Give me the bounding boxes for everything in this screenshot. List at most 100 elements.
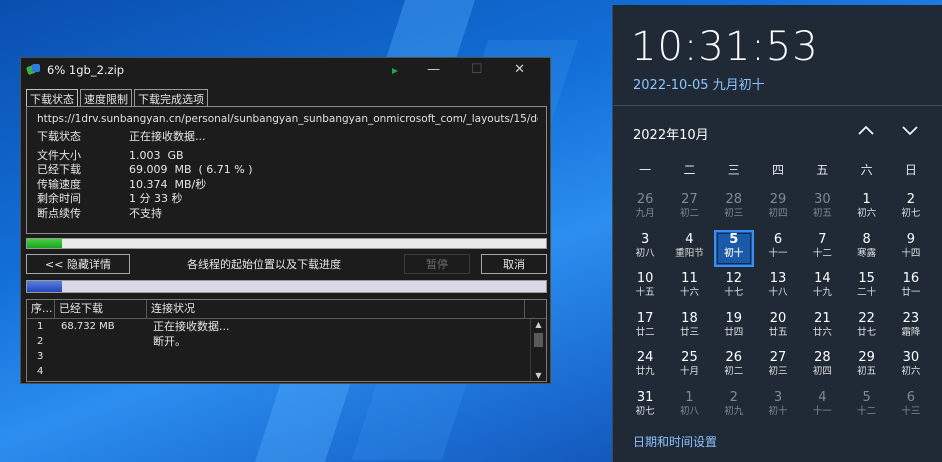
- lunar-label: 十九: [812, 287, 832, 298]
- day-number: 20: [769, 310, 787, 326]
- scroll-thumb[interactable]: [534, 333, 543, 347]
- thread-progress-bar: [26, 280, 547, 293]
- calendar-day[interactable]: 2 初七: [889, 189, 933, 229]
- calendar-flyout: 10:31:53 2022-10-05 九月初十 2022年10月 一 二 三 四 五 六…: [612, 5, 942, 462]
- calendar-day[interactable]: 6 十一: [756, 229, 800, 269]
- day-number: 19: [725, 310, 743, 326]
- day-number: 5: [862, 389, 871, 405]
- download-info-panel: https://1drv.sunbangyan.cn/personal/sunb…: [26, 106, 547, 234]
- calendar-day[interactable]: 30 初五: [800, 189, 844, 229]
- calendar-day[interactable]: 29 初四: [756, 189, 800, 229]
- chevron-down-icon[interactable]: [899, 119, 921, 141]
- calendar-day[interactable]: 26 初二: [712, 347, 756, 387]
- calendar-day[interactable]: 11 十六: [667, 268, 711, 308]
- calendar-day[interactable]: 4 十一: [800, 387, 844, 427]
- download-url: https://1drv.sunbangyan.cn/personal/sunb…: [37, 113, 538, 125]
- calendar-day[interactable]: 28 初三: [712, 189, 756, 229]
- col-header-index[interactable]: 序...: [27, 300, 55, 318]
- date-time-settings-link[interactable]: 日期和时间设置: [633, 433, 717, 450]
- day-number: 24: [636, 350, 654, 365]
- calendar-day[interactable]: 31 初七: [623, 387, 667, 427]
- table-row[interactable]: 1 68.732 MB 正在接收数据...: [27, 319, 546, 334]
- table-row[interactable]: 4: [27, 364, 546, 379]
- calendar-day[interactable]: 1 初六: [844, 189, 888, 229]
- calendar-day[interactable]: 18 廿三: [667, 308, 711, 348]
- lunar-label: 初二: [679, 208, 699, 219]
- lunar-label: 初六: [901, 366, 921, 377]
- calendar-day[interactable]: 9 十四: [889, 229, 933, 269]
- calendar-day[interactable]: 6 十三: [889, 387, 933, 427]
- download-dialog: 6% 1gb_2.zip — ☐ ✕ 下载状态 速度限制 下载完成选项 http…: [20, 57, 551, 384]
- cancel-button[interactable]: 取消: [481, 254, 547, 274]
- tab-download-status[interactable]: 下载状态: [26, 89, 78, 106]
- lunar-label: 初四: [768, 208, 788, 219]
- lunar-label: 十六: [679, 287, 699, 298]
- lunar-label: 二十: [857, 287, 877, 298]
- day-number: 1: [862, 192, 871, 207]
- calendar-day[interactable]: 29 初五: [844, 347, 888, 387]
- day-number: 2: [906, 192, 916, 207]
- chevron-up-icon[interactable]: [855, 119, 877, 141]
- calendar-day[interactable]: 10 十五: [623, 268, 667, 308]
- calendar-day[interactable]: 1 初八: [667, 387, 711, 427]
- day-number: 27: [769, 350, 787, 365]
- day-number: 16: [902, 271, 920, 286]
- tab-speed-limit[interactable]: 速度限制: [80, 89, 132, 106]
- calendar-day[interactable]: 26 九月: [623, 189, 667, 229]
- calendar-day[interactable]: 25 十月: [667, 347, 711, 387]
- maximize-button[interactable]: ☐: [455, 58, 498, 81]
- calendar-day[interactable]: 3 初十: [756, 387, 800, 427]
- calendar-day[interactable]: 17 廿二: [623, 308, 667, 348]
- col-header-downloaded[interactable]: 已经下载: [55, 300, 147, 318]
- calendar-day[interactable]: 19 廿四: [712, 308, 756, 348]
- calendar-day[interactable]: 5 十二: [844, 387, 888, 427]
- lunar-label: 廿五: [768, 326, 788, 338]
- calendar-day[interactable]: 27 初二: [667, 189, 711, 229]
- col-header-status[interactable]: 连接状况: [147, 300, 525, 318]
- lunar-label: 廿四: [724, 326, 744, 338]
- lunar-label: 十四: [901, 247, 921, 259]
- scroll-down-icon[interactable]: ▼: [531, 370, 546, 381]
- weekday-label: 六: [860, 163, 873, 177]
- calendar-day[interactable]: 7 十二: [800, 229, 844, 269]
- minimize-button[interactable]: —: [412, 58, 455, 81]
- calendar-day[interactable]: 2 初九: [712, 387, 756, 427]
- lunar-label: 十八: [768, 287, 788, 298]
- thread-list-scrollbar[interactable]: ▲ ▼: [530, 319, 546, 381]
- calendar-day[interactable]: 21 廿六: [800, 308, 844, 348]
- tab-completion-options[interactable]: 下载完成选项: [134, 89, 208, 106]
- date-link[interactable]: 2022-10-05 九月初十: [633, 74, 765, 93]
- calendar-day[interactable]: 14 十九: [800, 268, 844, 308]
- lunar-label: 寒露: [857, 247, 877, 259]
- download-progress-bar: [26, 238, 547, 249]
- calendar-day[interactable]: 30 初六: [889, 347, 933, 387]
- calendar-day[interactable]: 20 廿五: [756, 308, 800, 348]
- calendar-day[interactable]: 27 初三: [756, 347, 800, 387]
- calendar-day[interactable]: 22 廿七: [844, 308, 888, 348]
- calendar-day[interactable]: 3 初八: [623, 229, 667, 269]
- hide-details-button[interactable]: << 隐藏详情: [26, 254, 130, 274]
- calendar-day[interactable]: 13 十八: [756, 268, 800, 308]
- calendar-day[interactable]: 23 霜降: [889, 308, 933, 348]
- table-row[interactable]: 2 断开。: [27, 334, 546, 349]
- calendar-day[interactable]: 24 廿九: [623, 347, 667, 387]
- weekday-label: 一: [639, 163, 652, 177]
- calendar-day[interactable]: 12 十七: [712, 268, 756, 308]
- day-number: 12: [725, 271, 743, 286]
- calendar-day[interactable]: 4 重阳节: [667, 229, 711, 269]
- day-number: 28: [814, 350, 831, 365]
- day-number: 3: [641, 231, 650, 247]
- calendar-day[interactable]: 28 初四: [800, 347, 844, 387]
- pause-button[interactable]: 暂停: [404, 254, 470, 274]
- close-button[interactable]: ✕: [498, 58, 541, 81]
- day-number: 13: [769, 271, 787, 286]
- calendar-day[interactable]: 16 廿一: [889, 268, 933, 308]
- table-row[interactable]: 3: [27, 349, 546, 364]
- calendar-day-today[interactable]: 5 初十: [712, 229, 756, 269]
- calendar-day[interactable]: 15 二十: [844, 268, 888, 308]
- month-label[interactable]: 2022年10月: [633, 124, 709, 143]
- calendar-day[interactable]: 8 寒露: [844, 229, 888, 269]
- lunar-label: 初三: [768, 366, 788, 377]
- scroll-up-icon[interactable]: ▲: [531, 319, 546, 331]
- dialog-titlebar[interactable]: 6% 1gb_2.zip — ☐ ✕: [21, 58, 550, 81]
